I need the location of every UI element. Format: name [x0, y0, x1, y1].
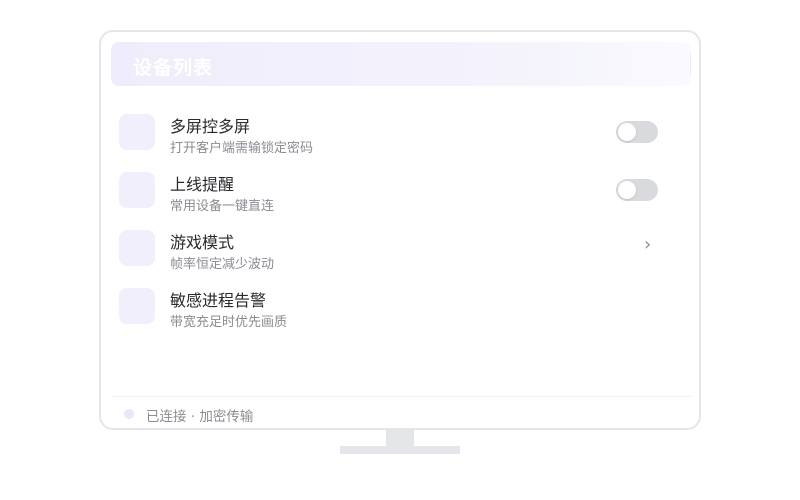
list-item-title: 敏感进程告警: [170, 291, 267, 310]
game-mode-icon: [119, 230, 155, 266]
multi-screen-toggle[interactable]: [616, 121, 658, 143]
footer-divider: [111, 396, 691, 397]
monitor-stand-base: [340, 446, 460, 454]
page-title: 设备列表: [133, 57, 214, 79]
list-item-subtitle: 带宽充足时优先画质: [170, 315, 288, 330]
toggle-knob: [618, 181, 636, 199]
device-list-header: 设备列表: [111, 42, 691, 86]
monitor-screen: 设备列表 多屏控多屏 打开客户端需输锁定密码 上线提醒 常用设备一键直连 游戏模…: [99, 30, 701, 430]
multi-screen-icon: [119, 114, 155, 150]
sensitive-process-icon: [119, 288, 155, 324]
list-item-subtitle: 打开客户端需输锁定密码: [170, 141, 314, 156]
list-item-online-reminder[interactable]: 上线提醒 常用设备一键直连: [119, 171, 679, 217]
connection-status: 已连接 · 加密传输: [146, 409, 254, 425]
list-item-game-mode[interactable]: 游戏模式 帧率恒定减少波动 ›: [119, 229, 679, 275]
list-item-sensitive-process-alert[interactable]: 敏感进程告警 带宽充足时优先画质: [119, 287, 679, 333]
list-item-title: 上线提醒: [170, 175, 235, 194]
list-item-subtitle: 帧率恒定减少波动: [170, 257, 275, 272]
online-reminder-toggle[interactable]: [616, 179, 658, 201]
list-item-title: 多屏控多屏: [170, 117, 251, 136]
toggle-knob: [618, 123, 636, 141]
status-dot-icon: [124, 409, 134, 419]
monitor-stand-neck: [386, 430, 414, 446]
header-divider: [690, 54, 691, 74]
online-reminder-icon: [119, 172, 155, 208]
chevron-right-icon[interactable]: ›: [644, 234, 651, 255]
list-item-subtitle: 常用设备一键直连: [170, 199, 275, 214]
list-item-multi-screen[interactable]: 多屏控多屏 打开客户端需输锁定密码: [119, 113, 679, 159]
list-item-title: 游戏模式: [170, 233, 235, 252]
